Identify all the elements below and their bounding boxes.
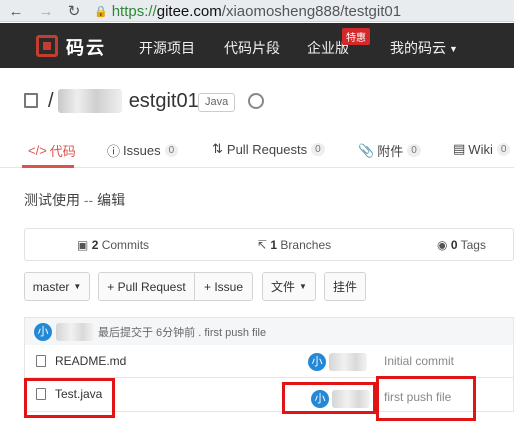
files-dropdown[interactable]: 文件 ▼ (262, 272, 316, 301)
redacted-owner (58, 89, 122, 113)
reload-icon[interactable]: ↻ (64, 1, 84, 21)
gitee-logo-icon[interactable] (36, 35, 58, 57)
tab-wiki[interactable]: ▤ Wiki 0 (453, 141, 511, 157)
redacted-username (329, 353, 367, 371)
widgets-button[interactable]: 挂件 (324, 272, 366, 301)
avatar[interactable]: 小 (34, 323, 52, 341)
commits-stat[interactable]: ▣ 2 Commits (77, 238, 149, 252)
site-header: 码云 开源项目 代码片段 企业版 特惠 我的码云 ▼ (0, 23, 514, 68)
tab-wiki-label: Wiki (468, 141, 493, 157)
tab-issues[interactable]: ⓘ Issues 0 (107, 141, 179, 160)
commit-message[interactable]: Initial commit (384, 354, 454, 368)
latest-commit-bar: 小 最后提交于 6分钟前 . first push file (24, 317, 514, 345)
url-scheme: https:// (111, 2, 157, 20)
url-path: /xiaomosheng888/testgit01 (221, 2, 402, 20)
repo-name: estgit01 (128, 90, 199, 112)
avatar[interactable]: 小 (308, 353, 326, 371)
branches-label: Branches (277, 238, 332, 252)
forward-icon[interactable]: → (36, 1, 56, 21)
branch-icon: ↸ (257, 238, 268, 252)
tab-pull-requests-label: Pull Requests (226, 141, 308, 157)
nav-snippets[interactable]: 代码片段 (224, 38, 280, 58)
repo-name-prefix: / (48, 90, 54, 112)
highlight-box (282, 382, 376, 414)
tab-issues-label: Issues (123, 143, 161, 158)
tags-stat[interactable]: ◉ 0 Tags (437, 238, 486, 252)
file-row[interactable]: README.md 小 Initial commit (24, 345, 514, 378)
new-issue-button[interactable]: + Issue (194, 272, 253, 301)
branch-select[interactable]: master ▼ (24, 272, 90, 301)
latest-commit-summary[interactable]: 最后提交于 6分钟前 . first push file (98, 324, 266, 340)
nav-my-gitee-label: 我的码云 (390, 40, 446, 56)
tab-attachments[interactable]: 📎 附件 0 (358, 141, 421, 160)
new-pull-request-button[interactable]: + Pull Request (98, 272, 195, 301)
address-bar[interactable]: 🔒 https:// gitee.com /xiaomosheng888/tes… (94, 1, 401, 21)
tags-label: Tags (457, 238, 486, 252)
chevron-down-icon: ▼ (299, 282, 307, 291)
tab-attachments-count: 0 (407, 144, 421, 157)
tags-count: 0 (450, 238, 458, 252)
chevron-down-icon: ▼ (449, 44, 458, 55)
chevron-down-icon: ▼ (73, 282, 82, 291)
issue-icon: ⓘ (107, 144, 121, 159)
url-host: gitee.com (156, 2, 222, 20)
nav-open-source[interactable]: 开源项目 (139, 38, 195, 58)
tab-pull-requests-count: 0 (311, 142, 325, 156)
tag-icon: ◉ (437, 238, 448, 252)
language-badge[interactable]: Java (198, 93, 236, 112)
award-icon[interactable] (248, 93, 264, 109)
nav-my-gitee[interactable]: 我的码云 ▼ (390, 38, 458, 58)
edit-description-link[interactable]: 编辑 (97, 192, 125, 208)
branches-stat[interactable]: ↸ 1 Branches (257, 238, 331, 252)
description-text: 测试使用 (24, 192, 80, 208)
branch-select-label: master (32, 279, 70, 294)
highlight-box (24, 378, 115, 418)
promo-badge: 特惠 (342, 28, 370, 45)
repository-icon (24, 93, 38, 108)
active-tab-indicator (22, 165, 74, 168)
repo-description: 测试使用 -- 编辑 (24, 190, 125, 210)
highlight-box (376, 376, 476, 421)
code-icon: </> (28, 143, 47, 158)
tab-pull-requests[interactable]: ⇅ Pull Requests 0 (212, 141, 325, 157)
tab-code[interactable]: </> 代码 (28, 141, 76, 160)
repo-tabs: </> 代码 ⓘ Issues 0 ⇅ Pull Requests 0 📎 附件 0 ▤ Wik… (0, 135, 514, 168)
tab-code-label: 代码 (49, 144, 76, 159)
wiki-icon: ▤ (453, 141, 466, 156)
attachment-icon: 📎 (358, 142, 375, 158)
tab-attachments-label: 附件 (377, 144, 404, 159)
tab-wiki-count: 0 (496, 142, 511, 156)
lock-icon: 🔒 (94, 5, 108, 18)
file-icon (36, 355, 46, 367)
files-dropdown-label: 文件 (271, 280, 296, 294)
commits-label: Commits (98, 238, 150, 252)
back-icon[interactable]: ← (6, 1, 26, 21)
commit-icon: ▣ (77, 238, 89, 252)
browser-toolbar: ← → ↻ 🔒 https:// gitee.com /xiaomosheng8… (0, 0, 514, 22)
brand-name[interactable]: 码云 (66, 34, 106, 60)
file-name[interactable]: README.md (55, 354, 126, 368)
description-separator: -- (80, 192, 98, 208)
pull-request-icon: ⇅ (212, 141, 223, 156)
redacted-username (56, 323, 94, 341)
repo-stats-bar: ▣ 2 Commits ↸ 1 Branches ◉ 0 Tags (24, 228, 514, 261)
tab-issues-count: 0 (164, 144, 179, 157)
